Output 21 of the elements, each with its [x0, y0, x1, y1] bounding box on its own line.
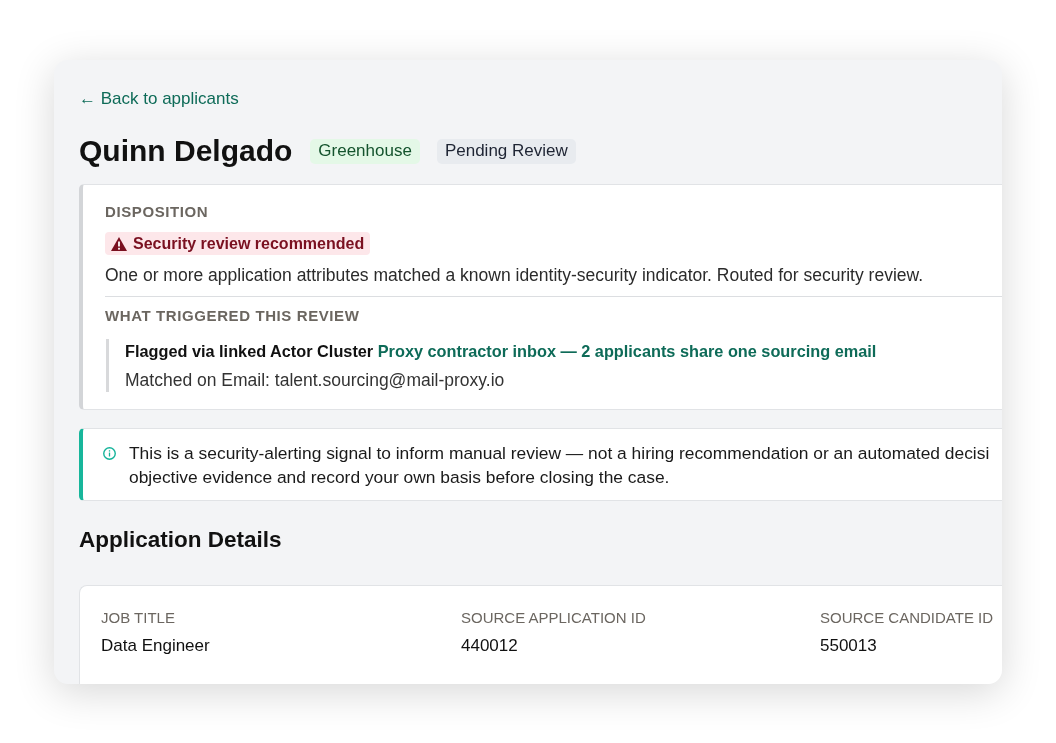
match-text: Matched on Email: talent.sourcing@mail-proxy.io [125, 369, 506, 392]
section-heading: Application Details [79, 526, 282, 554]
field-label: SOURCE CANDIDATE ID [820, 608, 994, 628]
disposition-heading: DISPOSITION [105, 202, 209, 222]
verdict-text: Security review recommended [133, 233, 365, 254]
field-value: 440012 [461, 635, 518, 657]
warning-icon [111, 236, 127, 251]
disposition-description: One or more application attributes matched a known identity-security indicator. Routed for security review. [105, 264, 924, 286]
field-value: 550013 [820, 635, 877, 657]
field-label: SOURCE APPLICATION ID [461, 608, 646, 628]
back-link[interactable]: ← Back to applicants [79, 87, 239, 111]
field-label: JOB TITLE [101, 608, 175, 628]
notice-text: This is a security-alerting signal to inform manual review — not a hiring recommendation or an automated decisi objective evidence and record your own basis before closing the case. [129, 442, 990, 489]
field-value: Data Engineer [101, 635, 210, 657]
info-icon [103, 447, 116, 460]
trigger-heading: WHAT TRIGGERED THIS REVIEW [105, 306, 360, 326]
cluster-link[interactable]: Proxy contractor inbox — 2 applicants share one sourcing email [377, 342, 877, 360]
applicant-name: Quinn Delgado [79, 133, 293, 169]
tag: Pending Review [436, 138, 576, 164]
tag: Greenhouse [310, 138, 420, 164]
trigger-text: Flagged via linked Actor Cluster Proxy contractor inbox — 2 applicants share one sourcing email [125, 341, 877, 362]
